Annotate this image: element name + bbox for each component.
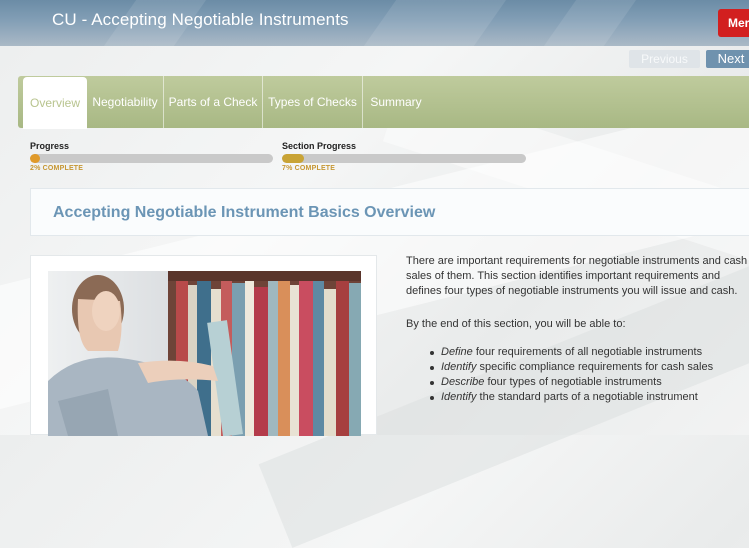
section-progress-percent: 7% COMPLETE [282,165,336,172]
menu-button[interactable]: Mer [718,9,749,37]
objective-text: four types of negotiable instruments [484,376,662,388]
objective-verb: Identify [441,361,477,373]
objective-verb: Define [441,346,473,358]
section-tab-bar: Overview Negotiability Parts of a Check … [18,76,749,129]
header-decoration [543,0,637,46]
progress-percent: 2% COMPLETE [30,165,84,172]
header-decoration [363,0,507,46]
intro-paragraph: There are important requirements for neg… [406,255,748,297]
progress-label: Progress [30,141,70,151]
woman-at-bookshelf-image [48,271,361,436]
course-header: CU - Accepting Negotiable Instruments [0,0,749,46]
tab-overview[interactable]: Overview [23,77,87,129]
tab-parts-of-a-check[interactable]: Parts of a Check [164,76,263,128]
objective-verb: Describe [441,376,485,388]
list-item: Identify the standard parts of a negotia… [426,390,713,405]
section-progress-label: Section Progress [282,141,357,151]
objectives-list: Define four requirements of all negotiab… [426,345,713,405]
objective-text: the standard parts of a negotiable instr… [476,391,698,403]
objective-text: specific compliance requirements for cas… [476,361,714,373]
library-photo [48,271,361,436]
section-heading: Accepting Negotiable Instrument Basics O… [53,204,436,221]
illustration-card [30,255,377,436]
section-progress-bar-fill [282,154,304,163]
objective-text: four requirements of all negotiable inst… [472,346,703,358]
tab-summary[interactable]: Summary [363,76,429,128]
next-button[interactable]: Next [706,50,749,68]
tab-negotiability[interactable]: Negotiability [87,76,164,128]
section-progress-bar [282,154,526,163]
list-item: Define four requirements of all negotiab… [426,345,713,360]
course-title: CU - Accepting Negotiable Instruments [52,10,349,29]
progress-bar-fill [30,154,40,163]
list-item: Identify specific compliance requirement… [426,360,713,375]
previous-button[interactable]: Previous [629,50,700,68]
objectives-intro: By the end of this section, you will be … [406,318,626,330]
progress-bar [30,154,273,163]
tab-types-of-checks[interactable]: Types of Checks [263,76,363,128]
section-heading-panel: Accepting Negotiable Instrument Basics O… [30,188,749,236]
list-item: Describe four types of negotiable instru… [426,375,713,390]
objective-verb: Identify [441,391,477,403]
